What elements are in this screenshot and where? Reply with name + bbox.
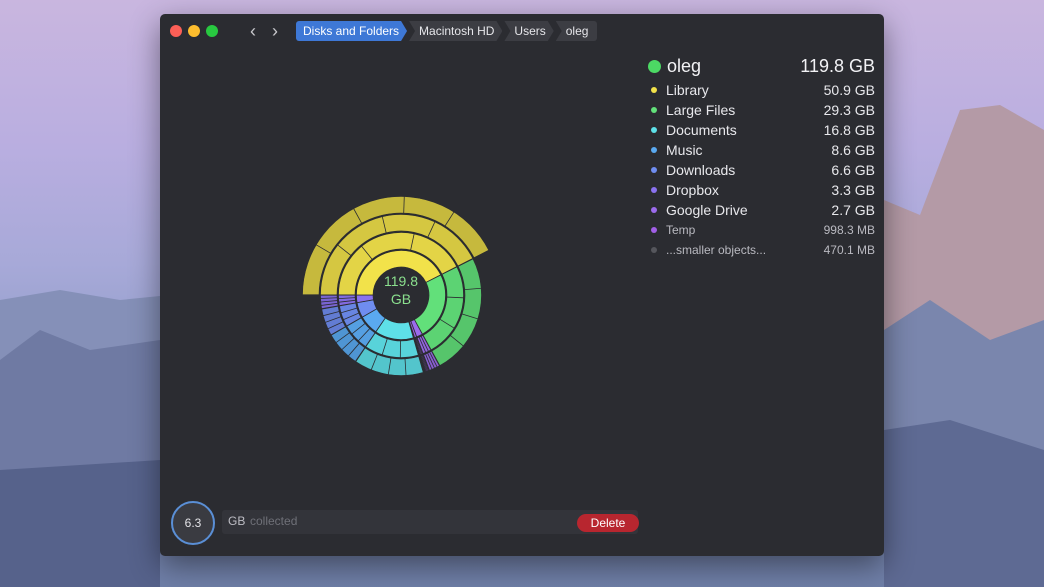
app-window: ‹ › Disks and Folders Macintosh HD Users… xyxy=(160,14,884,556)
legend-label: ...smaller objects... xyxy=(666,243,767,257)
collector-unit: GB xyxy=(228,514,246,528)
legend-size: 470.1 MB xyxy=(823,243,875,257)
legend-size: 2.7 GB xyxy=(831,202,875,218)
legend-item[interactable]: Google Drive 2.7 GB xyxy=(645,200,875,220)
breadcrumb-oleg[interactable]: oleg xyxy=(555,21,598,41)
legend-color-dot xyxy=(651,107,657,113)
legend-item[interactable]: Library 50.9 GB xyxy=(645,80,875,100)
legend-item[interactable]: Dropbox 3.3 GB xyxy=(645,180,875,200)
legend-color-dot xyxy=(651,87,657,93)
delete-button[interactable]: Delete xyxy=(577,514,639,532)
collector-field: GB collected xyxy=(222,510,638,534)
legend-size: 3.3 GB xyxy=(831,182,875,198)
breadcrumb: Disks and Folders Macintosh HD Users ole… xyxy=(296,21,599,41)
legend-size: 6.6 GB xyxy=(831,162,875,178)
legend-label: Documents xyxy=(666,122,737,138)
legend-item[interactable]: Temp 998.3 MB xyxy=(645,220,875,240)
legend-label: Downloads xyxy=(666,162,736,178)
total-color-dot xyxy=(648,60,661,73)
sunburst-divider xyxy=(403,196,405,214)
center-size-unit: GB xyxy=(391,291,411,307)
sunburst-chart[interactable]: 119.8 GB xyxy=(290,114,590,474)
minimize-button[interactable] xyxy=(188,25,200,37)
legend-size: 998.3 MB xyxy=(823,223,875,237)
breadcrumb-disks-and-folders[interactable]: Disks and Folders xyxy=(296,21,407,41)
legend-label: Google Drive xyxy=(666,202,748,218)
total-name: oleg xyxy=(667,56,702,76)
legend-label: Dropbox xyxy=(666,182,719,198)
legend-size: 8.6 GB xyxy=(831,142,875,158)
legend-label: Temp xyxy=(666,223,696,237)
size-legend: oleg 119.8 GB Library 50.9 GB Large Files 2… xyxy=(645,54,875,260)
legend-label: Large Files xyxy=(666,102,736,118)
breadcrumb-users[interactable]: Users xyxy=(504,21,553,41)
close-button[interactable] xyxy=(170,25,182,37)
legend-item[interactable]: Music 8.6 GB xyxy=(645,140,875,160)
legend-item[interactable]: Downloads 6.6 GB xyxy=(645,160,875,180)
legend-color-dot xyxy=(651,167,657,173)
legend-color-dot xyxy=(651,207,657,213)
legend-size: 16.8 GB xyxy=(823,122,875,138)
legend-label: Music xyxy=(666,142,703,158)
zoom-button[interactable] xyxy=(206,25,218,37)
title-bar: ‹ › Disks and Folders Macintosh HD Users… xyxy=(160,14,884,48)
collector-bar: 6.3 GB collected Delete xyxy=(160,498,884,556)
total-size: 119.8 GB xyxy=(800,56,875,76)
legend-color-dot xyxy=(651,127,657,133)
legend-color-dot xyxy=(651,227,657,233)
legend-item[interactable]: Documents 16.8 GB xyxy=(645,120,875,140)
collector-drop-target[interactable]: 6.3 xyxy=(171,501,215,545)
legend-size: 50.9 GB xyxy=(823,82,875,98)
legend-total: oleg 119.8 GB xyxy=(645,54,875,80)
legend-size: 29.3 GB xyxy=(823,102,875,118)
chevron-right-icon[interactable]: › xyxy=(266,21,284,41)
legend-label: Library xyxy=(666,82,709,98)
legend-list: Library 50.9 GB Large Files 29.3 GB Document… xyxy=(645,80,875,260)
legend-color-dot xyxy=(651,147,657,153)
legend-color-dot xyxy=(651,187,657,193)
legend-color-dot xyxy=(651,247,657,253)
collector-label: collected xyxy=(250,514,298,528)
chevron-left-icon[interactable]: ‹ xyxy=(244,21,262,41)
legend-item[interactable]: ...smaller objects... 470.1 MB xyxy=(645,240,875,260)
center-size-value: 119.8 xyxy=(384,273,418,289)
breadcrumb-macintosh-hd[interactable]: Macintosh HD xyxy=(409,21,502,41)
legend-item[interactable]: Large Files 29.3 GB xyxy=(645,100,875,120)
